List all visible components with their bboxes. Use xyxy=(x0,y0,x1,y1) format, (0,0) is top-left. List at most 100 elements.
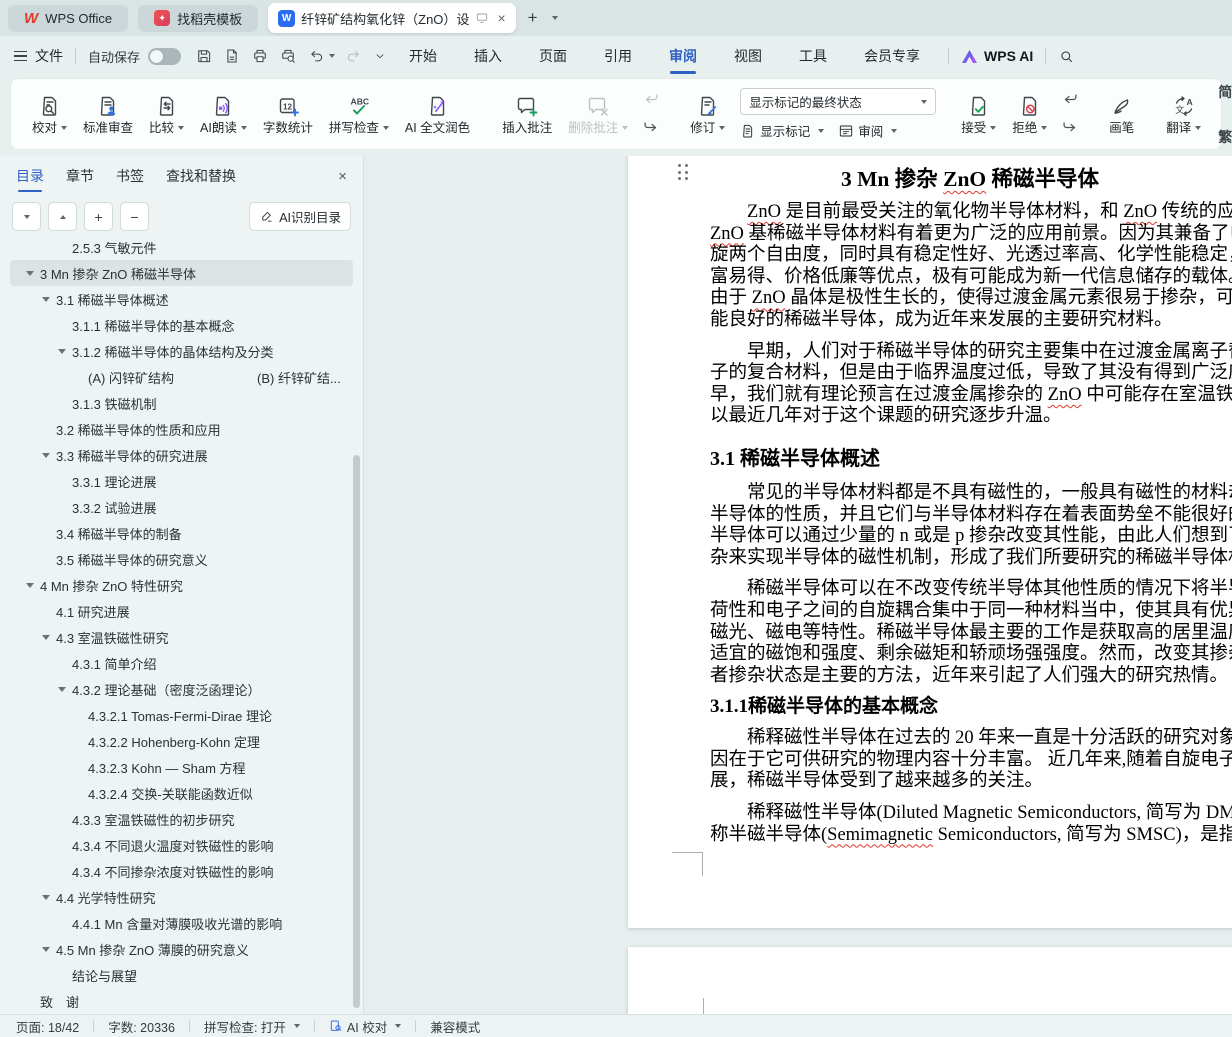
toc-item[interactable]: 3.1.1 稀磁半导体的基本概念 xyxy=(10,312,353,338)
toc-item[interactable]: 致 谢 xyxy=(10,988,353,1014)
toc-collapse-icon[interactable] xyxy=(58,686,72,692)
sidebar-tab-书签[interactable]: 书签 xyxy=(116,166,144,194)
toc-item[interactable]: 3 Mn 掺杂 ZnO 稀磁半导体 xyxy=(10,260,353,286)
zoom-out-outline-button[interactable]: − xyxy=(120,202,149,231)
toc-item[interactable]: 4.3.2 理论基础（密度泛函理论） xyxy=(10,676,353,702)
print-button[interactable] xyxy=(251,47,269,65)
toc-item[interactable]: 2.5.3 气敏元件 xyxy=(10,234,353,260)
word-count-indicator[interactable]: 字数: 20336 xyxy=(108,1017,175,1036)
doc-line[interactable]: ZnO 基稀磁半导体材料有着更为广泛的应用前景。因为其兼备了电荷和自 xyxy=(710,224,1232,246)
toc-collapse-icon[interactable] xyxy=(42,946,56,952)
ai-recognize-toc-button[interactable]: AI识别目录 xyxy=(249,202,351,231)
wps-office-home-tab[interactable]: W WPS Office xyxy=(8,4,129,32)
docer-template-tab[interactable]: ✦ 找稻壳模板 xyxy=(138,4,259,32)
doc-line[interactable]: 稀释磁性半导体(Diluted Magnetic Semiconductors,… xyxy=(710,803,1232,825)
markup-state-select[interactable]: 显示标记的最终状态 xyxy=(740,88,937,115)
toc-item[interactable]: 3.4 稀磁半导体的制备 xyxy=(10,520,353,546)
menu-tab-页面[interactable]: 页面 xyxy=(537,37,569,75)
doc-line[interactable]: 由于 ZnO 晶体是极性生长的，使得过渡金属元素很易于掺杂，可以制备性 xyxy=(710,288,1232,310)
sidebar-scrollbar[interactable] xyxy=(353,455,360,1008)
menu-tab-审阅[interactable]: 审阅 xyxy=(667,37,699,75)
document-workspace[interactable]: 3 Mn 掺杂 ZnO 稀磁半导体 ZnO 是目前最受关注的氧化物半导体材料，和… xyxy=(364,156,1232,1014)
toc-collapse-icon[interactable] xyxy=(26,270,40,276)
menu-tab-开始[interactable]: 开始 xyxy=(407,37,439,75)
doc-line[interactable]: 称半磁半导体(Semimagnetic Semiconductors, 简写为 … xyxy=(710,825,1232,847)
tab-list-chevron-icon[interactable] xyxy=(551,16,558,20)
word-count-button[interactable]: 12 字数统计 xyxy=(256,90,320,139)
proofread-button[interactable]: 校对 xyxy=(25,90,74,139)
track-changes-button[interactable]: 修订 xyxy=(683,90,732,139)
quickbar-more-button[interactable] xyxy=(373,49,387,63)
doc-line[interactable]: 能良好的稀磁半导体，成为近年来发展的主要研究材料。 xyxy=(710,310,1230,332)
page-indicator[interactable]: 页面: 18/42 xyxy=(16,1017,79,1036)
toc-item[interactable]: 3.2 稀磁半导体的性质和应用 xyxy=(10,416,353,442)
document-page-18[interactable]: 3 Mn 掺杂 ZnO 稀磁半导体 ZnO 是目前最受关注的氧化物半导体材料，和… xyxy=(628,156,1232,928)
toc-item[interactable]: 4.3.3 室温铁磁性的初步研究 xyxy=(10,806,353,832)
toc-item[interactable]: 3.3.2 试验进展 xyxy=(10,494,353,520)
next-change-button[interactable] xyxy=(1059,118,1081,138)
menu-tab-视图[interactable]: 视图 xyxy=(732,37,764,75)
doc-line[interactable]: 者掺杂状态是主要的方法，近年来引起了人们强大的研究热情。 xyxy=(710,666,1230,688)
expand-all-button[interactable] xyxy=(12,202,41,231)
toc-item[interactable]: 4.3 室温铁磁性研究 xyxy=(10,624,353,650)
doc-line[interactable]: 半导体的性质，并且它们与半导体材料存在着表面势垒不能很好的相容。 xyxy=(710,505,1232,527)
toc-item[interactable]: 3.3.1 理论进展 xyxy=(10,468,353,494)
ai-read-button[interactable]: AI朗读 xyxy=(193,90,254,139)
show-markup-button[interactable]: 显示标记 xyxy=(740,121,825,140)
doc-line[interactable]: 早，我们就有理论预言在过渡金属掺杂的 ZnO 中可能存在室温铁磁性，所 xyxy=(710,385,1232,407)
toc-collapse-icon[interactable] xyxy=(58,348,72,354)
standard-review-button[interactable]: 标准审查 xyxy=(76,90,140,139)
translate-button[interactable]: 文 A 翻译 xyxy=(1159,90,1208,139)
wps-ai-button[interactable]: WPS AI xyxy=(961,48,1033,64)
toc-item[interactable]: 结论与展望 xyxy=(10,962,353,988)
toc-item[interactable]: 4.3.2.2 Hohenberg-Kohn 定理 xyxy=(10,728,353,754)
toc-item[interactable]: 3.1 稀磁半导体概述 xyxy=(10,286,353,312)
autosave-toggle[interactable] xyxy=(148,47,182,65)
toc-collapse-icon[interactable] xyxy=(42,296,56,302)
document-tab[interactable]: W 纤锌矿结构氧化锌（ZnO）设 × xyxy=(268,3,516,33)
doc-line[interactable]: 常见的半导体材料都是不具有磁性的，一般具有磁性的材料却不具有 xyxy=(710,483,1232,505)
toc-item[interactable]: 3.1.2 稀磁半导体的晶体结构及分类 xyxy=(10,338,353,364)
toc-item[interactable]: 4.5 Mn 掺杂 ZnO 薄膜的研究意义 xyxy=(10,936,353,962)
menu-tab-引用[interactable]: 引用 xyxy=(602,37,634,75)
doc-line[interactable]: 半导体可以通过少量的 n 或是 p 掺杂改变其性能，由此人们想到了通过掺 xyxy=(710,526,1232,548)
reviewers-button[interactable]: 审阅 xyxy=(838,121,898,140)
insert-comment-button[interactable]: 插入批注 xyxy=(495,90,559,139)
hamburger-menu-icon[interactable] xyxy=(14,50,27,62)
doc-line[interactable]: 早期，人们对于稀磁半导体的研究主要集中在过渡金属离子替代阳离 xyxy=(710,342,1232,364)
paragraph-drag-handle[interactable] xyxy=(678,164,688,180)
menu-tab-会员专享[interactable]: 会员专享 xyxy=(862,37,922,75)
zoom-in-outline-button[interactable]: + xyxy=(84,202,113,231)
accept-button[interactable]: 接受 xyxy=(954,90,1003,139)
file-menu[interactable]: 文件 xyxy=(35,46,63,66)
toc-item[interactable]: 4.3.2.4 交换-关联能函数近似 xyxy=(10,780,353,806)
doc-line[interactable]: 杂来实现半导体的磁性机制，形成了我们所要研究的稀磁半导体材料。 xyxy=(710,548,1232,570)
toc-item[interactable]: 4.3.4 不同掺杂浓度对铁磁性的影响 xyxy=(10,858,353,884)
toc-collapse-icon[interactable] xyxy=(26,582,40,588)
toc-collapse-icon[interactable] xyxy=(42,634,56,640)
doc-line[interactable]: 磁光、磁电等特性。稀磁半导体最主要的工作是获取高的居里温度，大小 xyxy=(710,623,1232,645)
save-button[interactable] xyxy=(195,47,213,65)
toc-item[interactable]: 4.3.2.1 Tomas-Fermi-Dirae 理论 xyxy=(10,702,353,728)
reject-button[interactable]: 拒绝 xyxy=(1005,90,1054,139)
toc-item[interactable]: 4 Mn 掺杂 ZnO 特性研究 xyxy=(10,572,353,598)
sidebar-tab-目录[interactable]: 目录 xyxy=(16,166,44,194)
collapse-all-button[interactable] xyxy=(48,202,77,231)
print-preview-button[interactable] xyxy=(279,47,297,65)
toc-item[interactable]: 3.3 稀磁半导体的研究进展 xyxy=(10,442,353,468)
search-icon[interactable] xyxy=(1058,48,1075,65)
close-document-icon[interactable]: × xyxy=(497,10,505,26)
screen-share-icon[interactable] xyxy=(475,11,489,25)
doc-line[interactable]: 稀释磁性半导体在过去的 20 年来一直是十分活跃的研究对象,主要原 xyxy=(710,728,1232,750)
toc-collapse-icon[interactable] xyxy=(42,452,56,458)
toc-item[interactable]: 3.5 稀磁半导体的研究意义 xyxy=(10,546,353,572)
spell-check-button[interactable]: ABC 拼写检查 xyxy=(322,90,396,139)
toc-item[interactable]: (A) 闪锌矿结构 (B) 纤锌矿结... xyxy=(10,364,353,390)
toc-item[interactable]: 4.3.1 简单介绍 xyxy=(10,650,353,676)
doc-line[interactable]: ZnO 是目前最受关注的氧化物半导体材料，和 ZnO 传统的应用相比较， xyxy=(710,202,1232,224)
delete-comment-button[interactable]: 删除批注 xyxy=(561,90,635,139)
to-traditional-button[interactable]: 简→转繁 xyxy=(1218,73,1232,111)
doc-line[interactable]: 富易得、价格低廉等优点，极有可能成为新一代信息储存的载体。另外， xyxy=(710,267,1232,289)
toc-item[interactable]: 4.1 研究进展 xyxy=(10,598,353,624)
compare-button[interactable]: 比较 xyxy=(142,90,191,139)
